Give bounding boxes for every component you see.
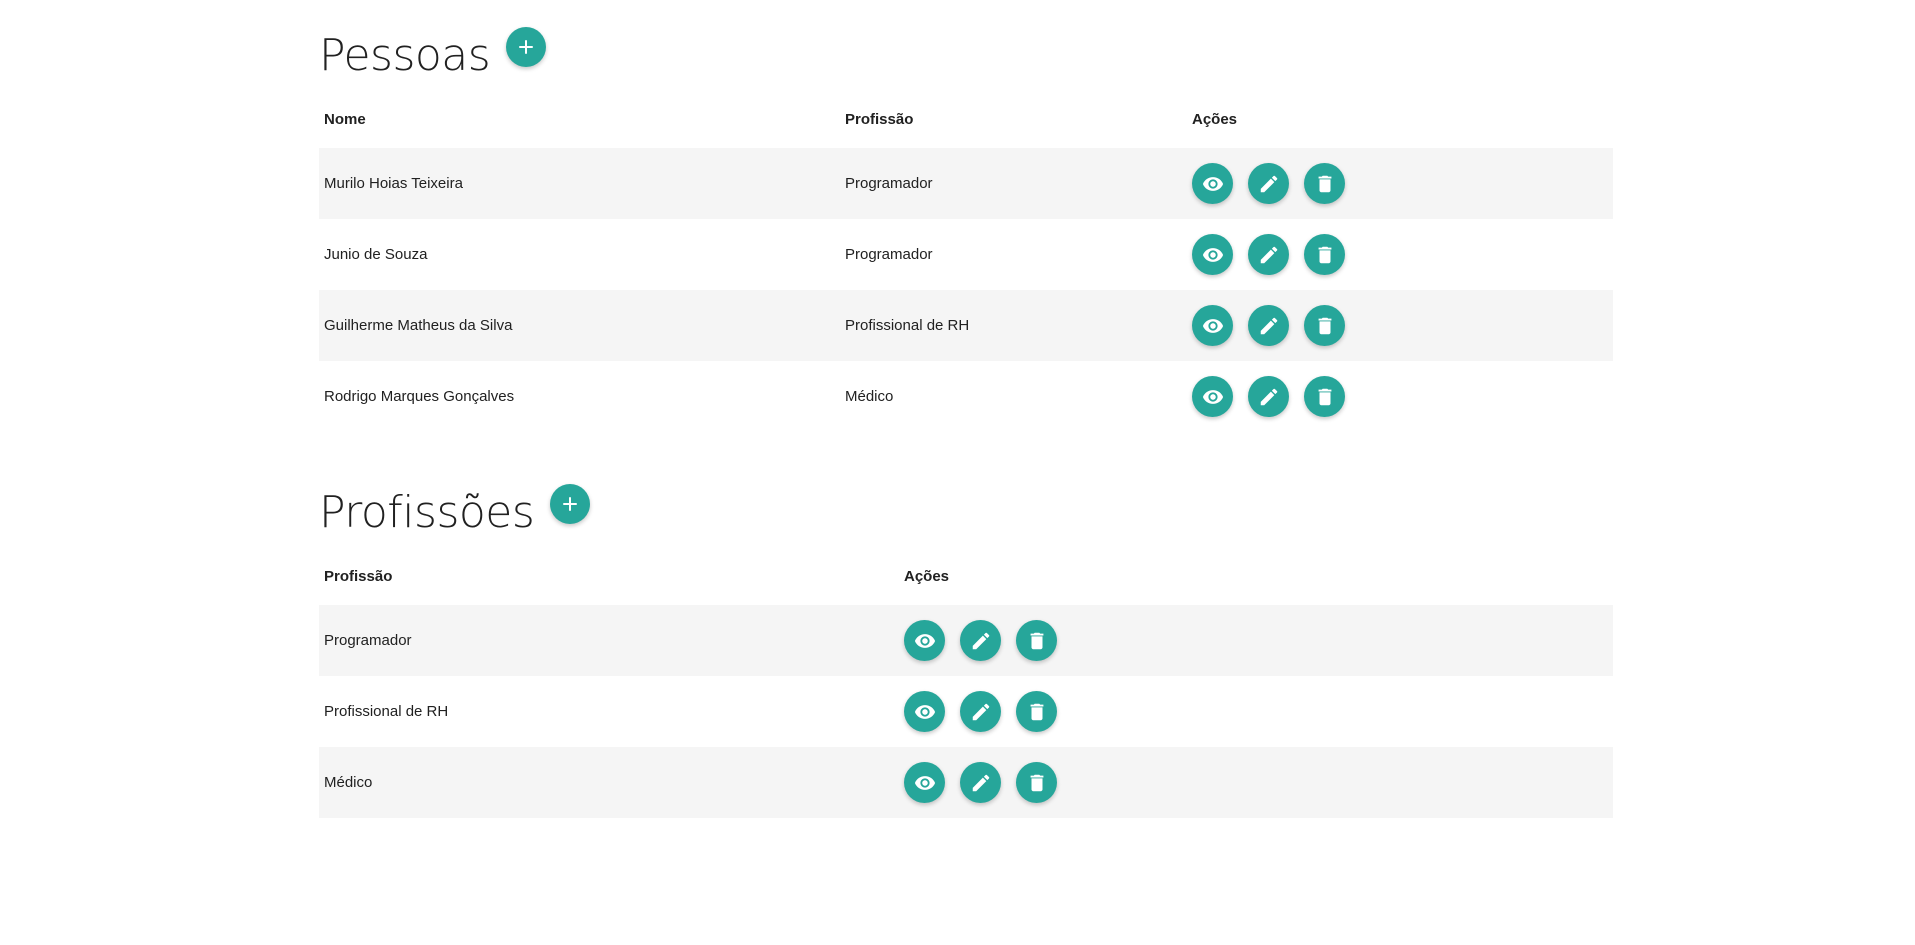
table-row: Programador xyxy=(319,605,1613,676)
main-container: Pessoas Nome Profissão Ações Murilo Hoia… xyxy=(319,0,1613,818)
trash-icon xyxy=(1314,315,1336,337)
view-button[interactable] xyxy=(1192,234,1233,275)
view-button[interactable] xyxy=(904,620,945,661)
cell-profissao: Médico xyxy=(845,388,894,405)
delete-button[interactable] xyxy=(1304,376,1345,417)
trash-icon xyxy=(1314,244,1336,266)
pencil-icon xyxy=(1258,386,1280,408)
view-button[interactable] xyxy=(1192,163,1233,204)
table-row: Murilo Hoias Teixeira Programador xyxy=(319,148,1613,219)
actions-group xyxy=(1192,163,1608,204)
trash-icon xyxy=(1314,386,1336,408)
view-button[interactable] xyxy=(1192,376,1233,417)
delete-button[interactable] xyxy=(1016,691,1057,732)
plus-icon xyxy=(563,497,578,511)
actions-group xyxy=(904,691,1608,732)
pencil-icon xyxy=(1258,173,1280,195)
cell-profissao: Programador xyxy=(845,175,933,192)
trash-icon xyxy=(1026,772,1048,794)
view-button[interactable] xyxy=(904,762,945,803)
column-header-acoes: Ações xyxy=(904,567,950,585)
pencil-icon xyxy=(970,630,992,652)
actions-group xyxy=(904,620,1608,661)
pencil-icon xyxy=(970,701,992,723)
actions-cell xyxy=(899,605,1613,676)
pencil-icon xyxy=(1258,315,1280,337)
actions-group xyxy=(1192,305,1608,346)
eye-icon xyxy=(1202,244,1224,266)
pessoas-section: Pessoas Nome Profissão Ações Murilo Hoia… xyxy=(319,0,1613,432)
eye-icon xyxy=(914,630,936,652)
cell-profissao: Programador xyxy=(324,632,412,649)
actions-cell xyxy=(899,747,1613,818)
profissoes-table: Profissão Ações Programador Profissional … xyxy=(319,547,1613,818)
pessoas-table: Nome Profissão Ações Murilo Hoias Teixei… xyxy=(319,90,1613,432)
profissoes-header: Profissões xyxy=(319,457,1613,547)
column-header-profissao: Profissão xyxy=(324,567,393,585)
edit-button[interactable] xyxy=(1248,305,1289,346)
trash-icon xyxy=(1314,173,1336,195)
column-header-acoes: Ações xyxy=(1192,110,1238,128)
cell-nome: Rodrigo Marques Gonçalves xyxy=(324,388,515,405)
cell-profissao: Programador xyxy=(845,246,933,263)
trash-icon xyxy=(1026,701,1048,723)
eye-icon xyxy=(1202,173,1224,195)
actions-cell xyxy=(1187,361,1613,432)
delete-button[interactable] xyxy=(1304,163,1345,204)
pessoas-header: Pessoas xyxy=(319,0,1613,90)
table-header-row: Profissão Ações xyxy=(319,547,1613,605)
eye-icon xyxy=(1202,315,1224,337)
edit-button[interactable] xyxy=(960,620,1001,661)
view-button[interactable] xyxy=(904,691,945,732)
table-row: Médico xyxy=(319,747,1613,818)
cell-nome: Junio de Souza xyxy=(324,246,428,263)
cell-profissao: Médico xyxy=(324,774,373,791)
edit-button[interactable] xyxy=(960,691,1001,732)
actions-cell xyxy=(1187,148,1613,219)
column-header-profissao: Profissão xyxy=(845,110,914,128)
eye-icon xyxy=(914,772,936,794)
table-row: Rodrigo Marques Gonçalves Médico xyxy=(319,361,1613,432)
cell-nome: Murilo Hoias Teixeira xyxy=(324,175,463,192)
edit-button[interactable] xyxy=(1248,376,1289,417)
pencil-icon xyxy=(1258,244,1280,266)
table-row: Junio de Souza Programador xyxy=(319,219,1613,290)
edit-button[interactable] xyxy=(1248,163,1289,204)
actions-group xyxy=(1192,234,1608,275)
actions-group xyxy=(904,762,1608,803)
eye-icon xyxy=(1202,386,1224,408)
cell-profissao: Profissional de RH xyxy=(324,703,449,720)
cell-profissao: Profissional de RH xyxy=(845,317,970,334)
trash-icon xyxy=(1026,630,1048,652)
actions-group xyxy=(1192,376,1608,417)
column-header-nome: Nome xyxy=(324,110,366,128)
table-row: Guilherme Matheus da Silva Profissional d… xyxy=(319,290,1613,361)
delete-button[interactable] xyxy=(1304,305,1345,346)
pencil-icon xyxy=(970,772,992,794)
eye-icon xyxy=(914,701,936,723)
view-button[interactable] xyxy=(1192,305,1233,346)
delete-button[interactable] xyxy=(1016,620,1057,661)
plus-icon xyxy=(519,40,534,54)
actions-cell xyxy=(899,676,1613,747)
edit-button[interactable] xyxy=(960,762,1001,803)
profissoes-table-body: Programador Profissional de RH Médico xyxy=(319,605,1613,818)
add-profissao-button[interactable] xyxy=(550,484,591,524)
add-pessoa-button[interactable] xyxy=(506,27,547,67)
actions-cell xyxy=(1187,219,1613,290)
profissoes-section: Profissões Profissão Ações Programador Pr… xyxy=(319,457,1613,818)
delete-button[interactable] xyxy=(1304,234,1345,275)
delete-button[interactable] xyxy=(1016,762,1057,803)
pessoas-title: Pessoas xyxy=(319,30,491,81)
edit-button[interactable] xyxy=(1248,234,1289,275)
actions-cell xyxy=(1187,290,1613,361)
table-row: Profissional de RH xyxy=(319,676,1613,747)
cell-nome: Guilherme Matheus da Silva xyxy=(324,317,513,334)
table-header-row: Nome Profissão Ações xyxy=(319,90,1613,148)
pessoas-table-body: Murilo Hoias Teixeira Programador Junio de… xyxy=(319,148,1613,432)
profissoes-title: Profissões xyxy=(319,487,535,538)
